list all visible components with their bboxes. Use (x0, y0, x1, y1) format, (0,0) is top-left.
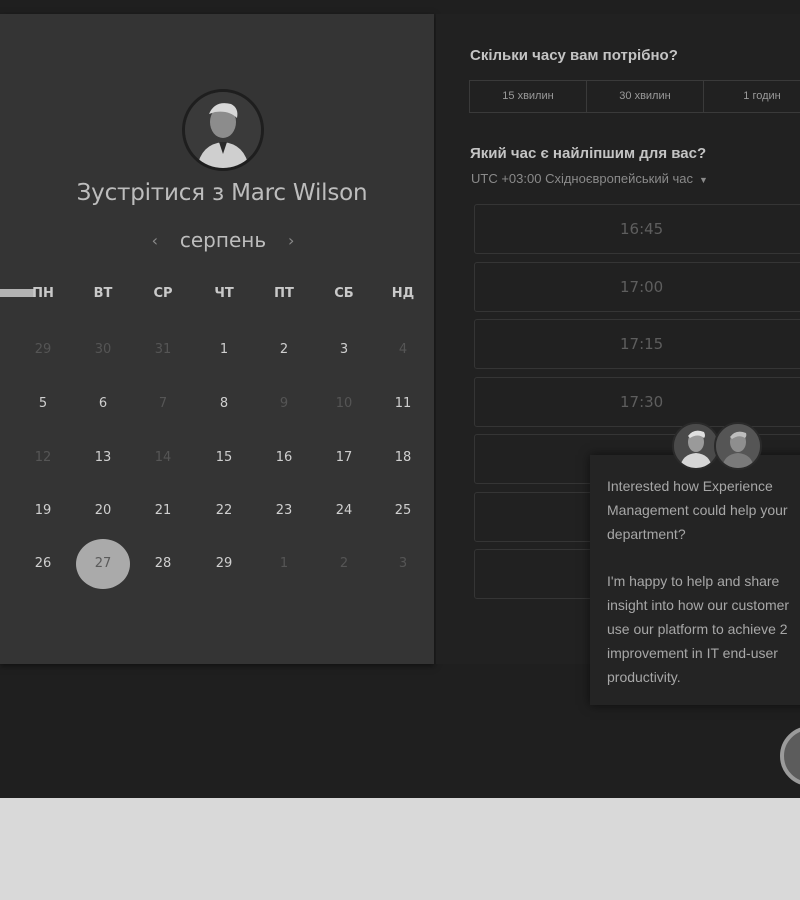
chevron-left-icon[interactable]: ‹ (145, 231, 165, 250)
weekday-label: ПН (32, 286, 54, 301)
calendar-day[interactable]: 28 (138, 554, 188, 574)
timezone-label: UTC +03:00 Східноєвропейський час (471, 171, 693, 186)
chat-message-line: I'm happy to help and share (607, 573, 780, 589)
calendar-day[interactable]: 22 (199, 501, 249, 521)
calendar-day[interactable]: 21 (138, 501, 188, 521)
duration-option-15[interactable]: 15 хвилин (470, 81, 587, 112)
weekday-label: СБ (334, 286, 354, 301)
calendar-day[interactable]: 3 (319, 340, 369, 360)
month-navigation: ‹ серпень › (0, 228, 446, 252)
time-question: Який час є найліпшим для вас? (470, 145, 707, 162)
weekday-label: НД (391, 286, 415, 301)
calendar-day[interactable]: 8 (199, 394, 249, 414)
time-slot[interactable]: 16:45 (474, 204, 800, 254)
calendar-day: 9 (279, 396, 289, 411)
meeting-title: Зустрітися з Marc Wilson (76, 180, 368, 206)
chat-message-line: department? (607, 526, 686, 542)
duration-option-60[interactable]: 1 годин (704, 81, 800, 112)
calendar-day[interactable]: 15 (199, 448, 249, 468)
calendar-day[interactable]: 29 (199, 554, 249, 574)
weekday-label: ПТ (274, 286, 294, 301)
chat-message-line: improvement in IT end-user (607, 645, 778, 661)
host-avatar (182, 89, 264, 171)
calendar-day[interactable]: 23 (259, 501, 309, 521)
calendar-day[interactable]: 17 (319, 448, 369, 468)
calendar-day[interactable]: 20 (78, 501, 128, 521)
duration-question: Скільки часу вам потрібно? (470, 47, 678, 64)
duration-option-30[interactable]: 30 хвилин (587, 81, 704, 112)
calendar-day[interactable]: 1 (199, 340, 249, 360)
calendar-day[interactable]: 13 (78, 448, 128, 468)
time-slot-label: 17:30 (620, 393, 664, 411)
time-slot[interactable]: 17:30 (474, 377, 800, 427)
calendar-day: 1 (279, 556, 289, 571)
time-slot[interactable]: 17:00 (474, 262, 800, 312)
calendar-day[interactable]: 24 (319, 501, 369, 521)
time-slot[interactable]: 17:15 (474, 319, 800, 369)
chevron-right-icon[interactable]: › (281, 231, 301, 250)
timezone-dropdown[interactable]: UTC +03:00 Східноєвропейський час ▼ (471, 171, 708, 186)
calendar-day[interactable]: 6 (78, 394, 128, 414)
calendar-day: 7 (158, 396, 168, 411)
calendar-day: 29 (34, 342, 52, 357)
calendar-day[interactable]: 19 (18, 501, 68, 521)
calendar-day[interactable]: 2 (259, 340, 309, 360)
calendar-day: 12 (34, 450, 52, 465)
time-slot-label: 17:00 (620, 278, 664, 296)
calendar-day[interactable]: 11 (378, 394, 428, 414)
calendar-day[interactable]: 18 (378, 448, 428, 468)
duration-selector: 15 хвилин 30 хвилин 1 годин (469, 80, 800, 113)
weekday-label: ВТ (93, 286, 113, 301)
calendar-day: 10 (335, 396, 353, 411)
weekday-label: ЧТ (214, 286, 234, 301)
time-slot-label: 17:15 (620, 335, 664, 353)
calendar-day-selected[interactable]: 27 (76, 539, 130, 589)
weekday-label: СР (153, 286, 173, 301)
agent-avatar (672, 422, 720, 470)
calendar-day: 4 (398, 342, 408, 357)
chat-message-line: insight into how our customer (607, 597, 790, 613)
calendar-day: 14 (154, 450, 172, 465)
calendar-day[interactable]: 25 (378, 501, 428, 521)
chat-message-line: Management could help your (607, 502, 788, 518)
chat-message-line: use our platform to achieve 2 (607, 621, 788, 637)
calendar-day[interactable]: 5 (18, 394, 68, 414)
chat-message-line: Interested how Experience (607, 478, 773, 494)
calendar-day: 30 (94, 342, 112, 357)
calendar-day: 2 (339, 556, 349, 571)
chat-message-line: productivity. (607, 669, 681, 685)
calendar-day[interactable]: 26 (18, 554, 68, 574)
calendar-day: 31 (154, 342, 172, 357)
calendar-day: 3 (398, 556, 408, 571)
month-label: серпень (179, 228, 267, 252)
agent-avatar (714, 422, 762, 470)
caret-down-icon: ▼ (698, 175, 708, 185)
calendar-day[interactable]: 16 (259, 448, 309, 468)
time-slot-label: 16:45 (620, 220, 664, 238)
